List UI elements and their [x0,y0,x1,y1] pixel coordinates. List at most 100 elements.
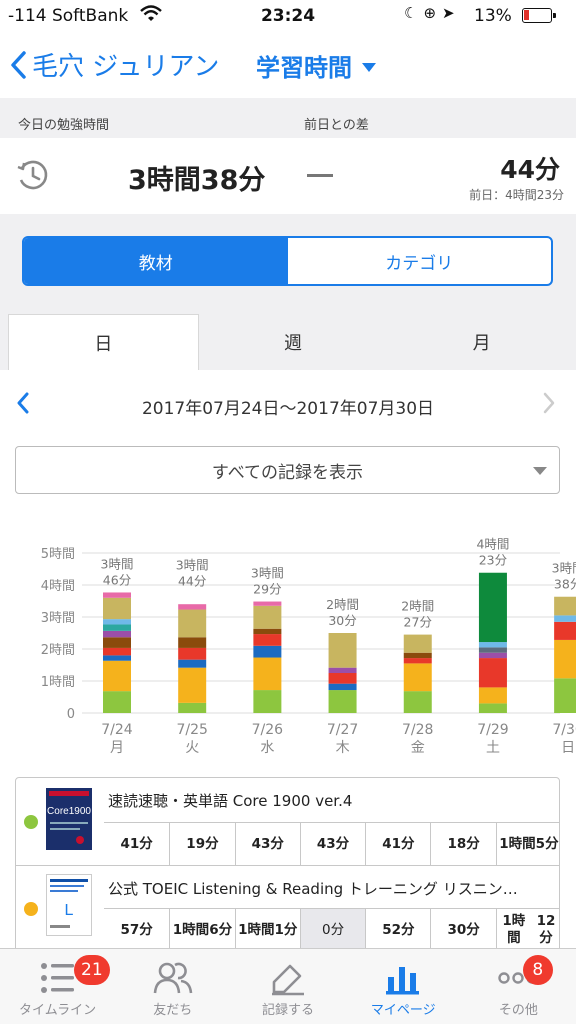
x-tick-label: 7/25 [176,722,207,738]
record-filter-select[interactable]: すべての記録を表示 [15,446,560,494]
chevron-right-icon [543,392,555,414]
bar-segment [253,690,282,713]
cell-text: 12分 [536,913,556,946]
caret-down-icon [362,63,376,72]
bar-total-label: 29分 [253,582,281,597]
bar-total-label: 3時間 [251,566,284,581]
x-tick-label: 7/24 [101,722,133,738]
x-tick-label: 7/30 [552,722,576,738]
bar-total-label: 27分 [404,615,432,630]
daily-time-cell: 1時間 5分 [495,823,559,865]
tab-label: 友だち [153,1003,193,1018]
cell-text: 30分 [447,921,480,938]
x-weekday-label: 水 [260,740,274,756]
nav-title: 学習時間 [256,54,352,82]
book-cover-image: Core1900 [46,788,92,850]
bar-segment [103,637,131,648]
material-title: 公式 TOEIC Listening & Reading トレーニング リスニン… [108,880,518,898]
bar-total-label: 4時間 [476,537,509,552]
material-color-dot [24,815,38,829]
bar-segment [403,652,432,659]
segment-materials[interactable]: 教材 [24,238,288,284]
bar-segment [328,667,357,673]
bar-segment [328,673,357,684]
bar-segment [554,621,576,640]
cell-text: 41分 [120,835,153,852]
tab-month[interactable]: 月 [387,314,576,370]
daily-time-cell: 43分 [299,823,365,865]
y-tick-label: 3時間 [41,611,75,626]
x-tick-label: 7/29 [477,722,508,738]
diff-dash-icon [307,174,333,177]
tab-mypage[interactable]: マイページ [346,949,461,1024]
previous-day-time: 前日：4時間23分 [469,188,564,202]
clock-history-icon [16,158,50,196]
bar-segment [253,605,282,629]
segment-category[interactable]: カテゴリ [288,238,552,284]
bar-total-label: 3時間 [176,558,209,573]
tab-friends[interactable]: 友だち [115,949,230,1024]
cell-text: 1時間 [499,835,536,852]
tab-label: 記録する [262,1003,315,1018]
cell-text: 43分 [316,835,350,852]
tab-label: その他 [498,1003,538,1018]
bar-segment [178,702,207,713]
nav-title-dropdown[interactable]: 学習時間 [256,48,376,83]
cell-text: 41分 [382,835,415,852]
x-weekday-label: 月 [110,740,124,756]
bar-segment [403,658,432,664]
bar-segment [253,657,282,691]
bar-segment [328,683,357,691]
y-tick-label: 5時間 [41,547,75,562]
cell-text: 19分 [186,835,219,852]
bar-segment [403,691,432,713]
segment-control: 教材 カテゴリ [22,236,553,286]
bar-segment [178,609,207,638]
bar-segment [103,592,131,598]
material-row[interactable]: L 公式 TOEIC Listening & Reading トレーニング リス… [16,865,559,951]
bar-segment [103,691,131,713]
date-range: 2017年07月24日〜2017年07月30日 [141,399,435,419]
bar-total-label: 46分 [103,572,131,587]
bar-segment [103,619,131,625]
tab-more[interactable]: その他 8 [461,949,576,1024]
daily-time-cell: 18分 [430,823,495,865]
bar-total-label: 30分 [328,613,356,628]
tab-record[interactable]: 記録する [230,949,345,1024]
daily-time-cell: 43分 [234,823,300,865]
tab-timeline[interactable]: タイムライン 21 [0,949,115,1024]
cell-text: 52分 [382,921,415,938]
bar-segment [178,637,207,648]
back-button[interactable]: 毛穴 ジュリアン [10,46,219,83]
bar-segment [103,630,131,638]
dropdown-triangle-icon [533,467,547,475]
material-color-dot [24,902,38,916]
back-label: 毛穴 ジュリアン [32,52,220,82]
bar-segment [103,597,131,620]
status-icons: ☾⊕➤ [404,4,461,22]
cell-text: 0分 [321,921,345,938]
x-weekday-label: 日 [561,740,575,756]
y-tick-label: 4時間 [41,579,75,594]
x-tick-label: 7/28 [402,722,433,738]
today-study-time: 3時間38分 [128,165,266,196]
friends-icon [153,959,193,997]
tab-day[interactable]: 日 [8,314,199,370]
tab-week[interactable]: 週 [199,314,388,370]
cell-text: 43分 [251,835,284,852]
material-daily-cells: 57分 1時間 6分 1時間 1分 0分 52分 30分 1時間 12分 [104,908,559,951]
bar-segment [253,645,282,658]
x-tick-label: 7/27 [327,722,358,738]
material-title: 速読速聴・英単語 Core 1900 ver.4 [108,792,353,810]
x-weekday-label: 木 [336,740,350,756]
x-weekday-label: 火 [185,740,199,756]
bar-segment [478,652,507,659]
next-week-button[interactable] [542,392,556,418]
daily-time-cell: 57分 [104,909,169,951]
bar-total-label: 2時間 [401,599,434,614]
y-tick-label: 1時間 [41,675,75,690]
daily-time-cell: 30分 [430,909,495,951]
material-row[interactable]: Core1900 速読速聴・英単語 Core 1900 ver.4 41分 19分… [16,778,559,865]
daily-time-cell: 41分 [104,823,169,865]
bar-segment [478,658,507,688]
